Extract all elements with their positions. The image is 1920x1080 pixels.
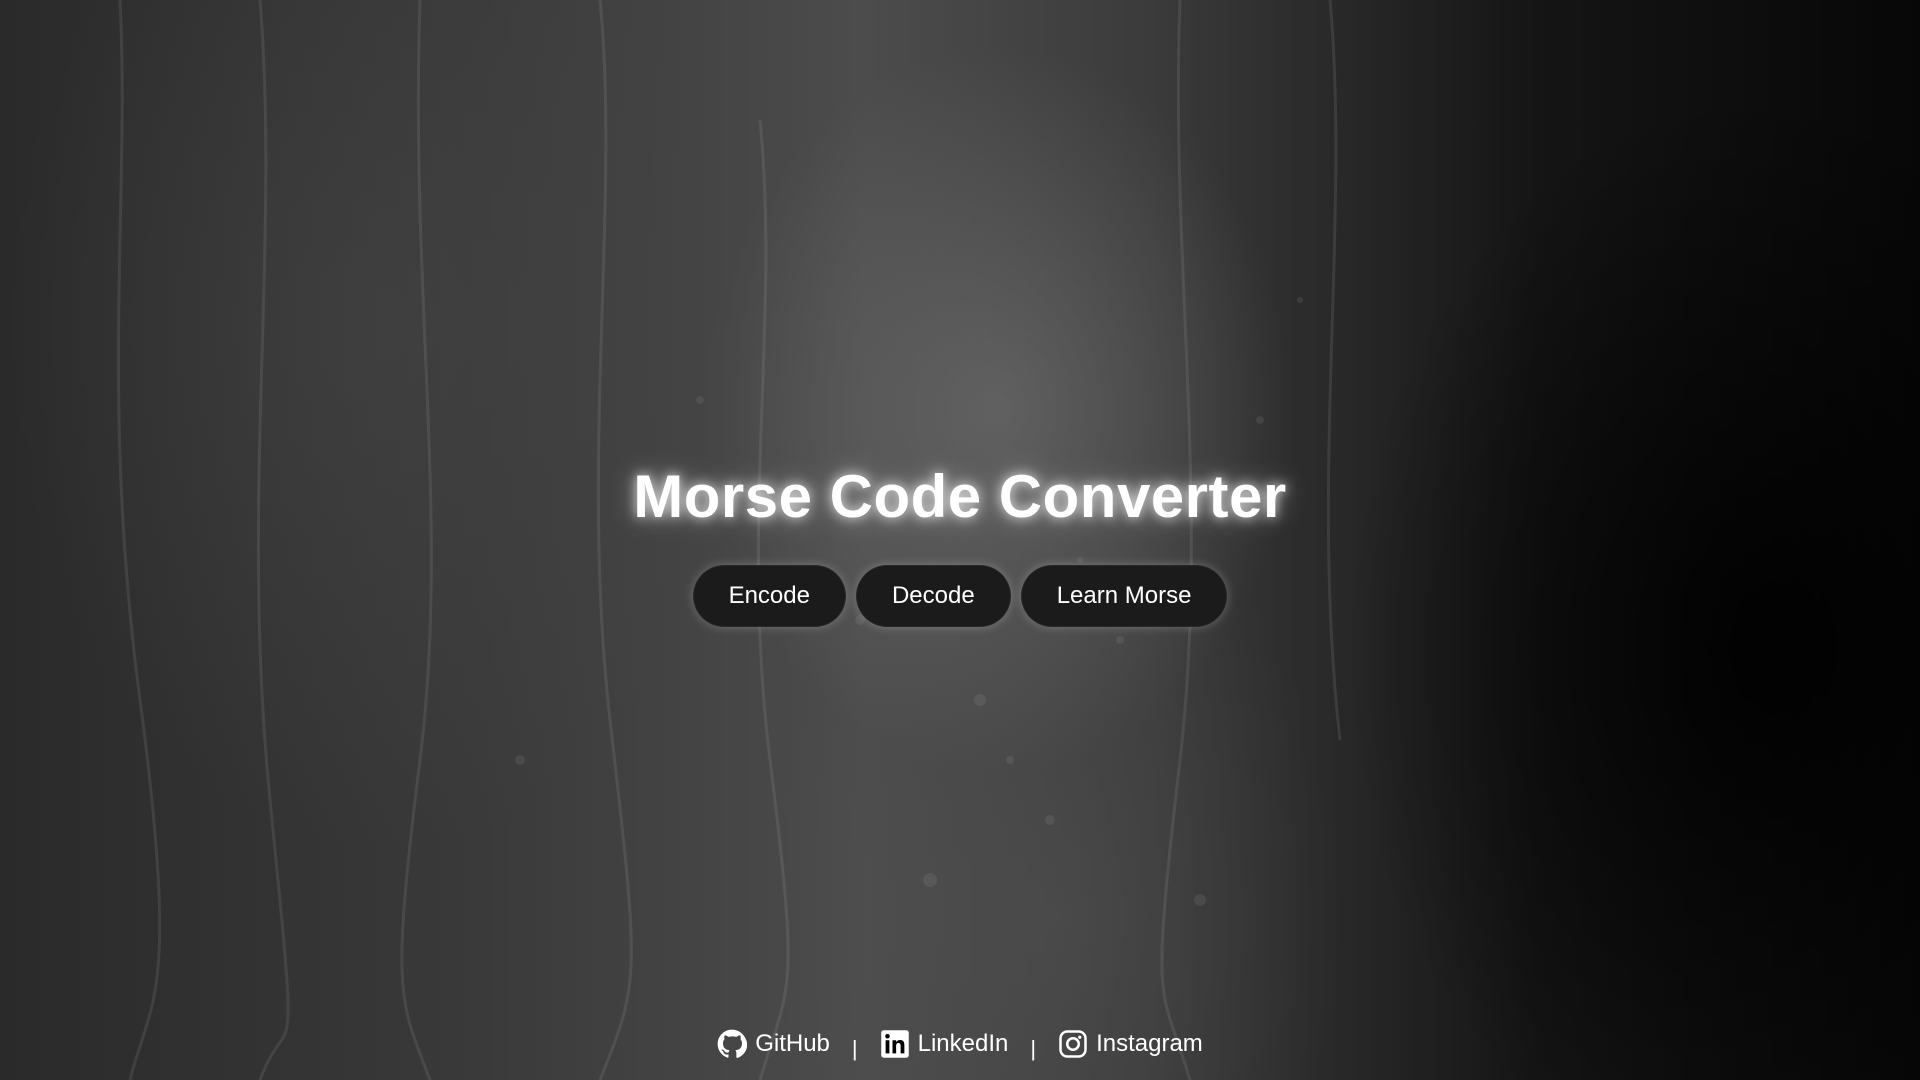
instagram-label: Instagram: [1096, 1030, 1203, 1057]
hero: Morse Code Converter Encode Decode Learn…: [0, 462, 1920, 627]
linkedin-icon: [880, 1029, 910, 1059]
github-link[interactable]: GitHub: [717, 1029, 830, 1059]
page-title: Morse Code Converter: [633, 463, 1287, 530]
decode-button[interactable]: Decode: [855, 565, 1011, 627]
linkedin-link[interactable]: LinkedIn: [880, 1029, 1009, 1059]
mode-buttons: Encode Decode Learn Morse: [0, 565, 1920, 627]
github-icon: [717, 1029, 748, 1059]
encode-button[interactable]: Encode: [692, 565, 846, 627]
instagram-link[interactable]: Instagram: [1058, 1029, 1203, 1059]
linkedin-label: LinkedIn: [917, 1030, 1009, 1057]
footer-links: GitHub | LinkedIn | Instagram: [0, 1026, 1920, 1062]
instagram-icon: [1058, 1029, 1088, 1059]
footer-separator: |: [1030, 1036, 1037, 1061]
github-label: GitHub: [755, 1030, 830, 1057]
footer-separator: |: [851, 1036, 858, 1061]
learn-morse-button[interactable]: Learn Morse: [1020, 565, 1228, 627]
